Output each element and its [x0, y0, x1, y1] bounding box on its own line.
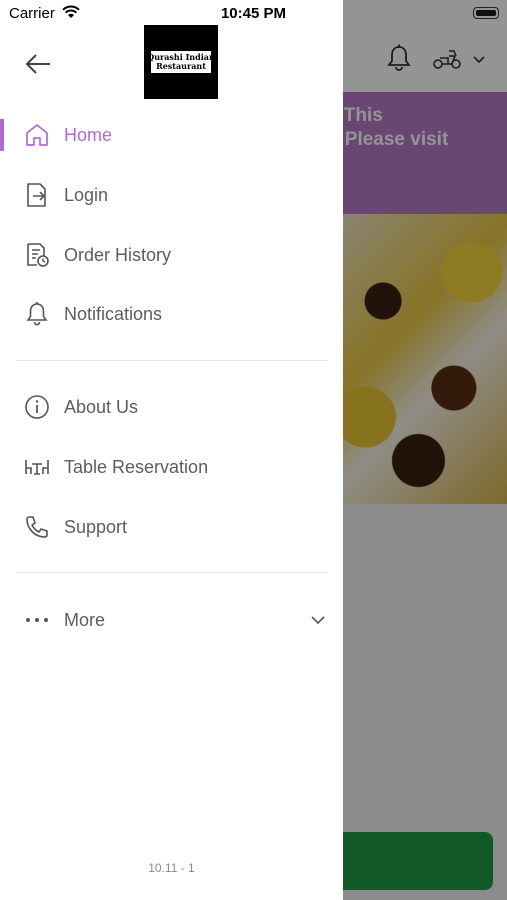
- home-icon: [26, 124, 48, 146]
- divider: [16, 572, 328, 573]
- nav-item-order-history[interactable]: Order History: [0, 225, 343, 285]
- phone-icon: [26, 516, 48, 538]
- nav-item-login[interactable]: Login: [0, 165, 343, 225]
- nav-item-label: Home: [64, 124, 113, 145]
- login-icon: [27, 183, 46, 207]
- back-arrow-icon[interactable]: [22, 50, 54, 78]
- nav-item-label: Login: [64, 184, 109, 205]
- nav-item-support[interactable]: Support: [0, 497, 343, 557]
- divider: [16, 360, 328, 361]
- nav-item-label: More: [64, 609, 106, 630]
- nav-item-table-reservation[interactable]: Table Reservation: [0, 437, 343, 497]
- restaurant-logo: Qurashi Indian Restaurant: [144, 25, 218, 99]
- table-icon: [25, 460, 49, 475]
- nav-item-label: Order History: [64, 244, 172, 265]
- nav-item-more[interactable]: More: [0, 590, 343, 650]
- nav-item-label: Table Reservation: [64, 456, 209, 477]
- nav-item-label: About Us: [64, 396, 139, 417]
- nav-item-notifications[interactable]: Notifications: [0, 284, 343, 344]
- nav-item-about-us[interactable]: About Us: [0, 377, 343, 437]
- nav-item-label: Support: [64, 516, 128, 537]
- more-dots-icon: [26, 618, 48, 622]
- nav-item-label: Notifications: [64, 303, 163, 324]
- chevron-down-icon[interactable]: [310, 612, 326, 628]
- logo-line-2: Restaurant: [156, 61, 206, 71]
- bell-icon: [26, 302, 48, 326]
- battery-icon: [473, 7, 499, 19]
- status-bar: Carrier 10:45 PM: [0, 0, 507, 28]
- status-time: 10:45 PM: [220, 5, 287, 22]
- order-history-icon: [27, 243, 49, 267]
- app-version: 10.11 - 1: [148, 861, 195, 875]
- nav-item-home[interactable]: Home: [0, 105, 343, 165]
- info-icon: [25, 395, 49, 419]
- navigation-drawer: Qurashi Indian Restaurant Home Login Ord…: [0, 0, 343, 900]
